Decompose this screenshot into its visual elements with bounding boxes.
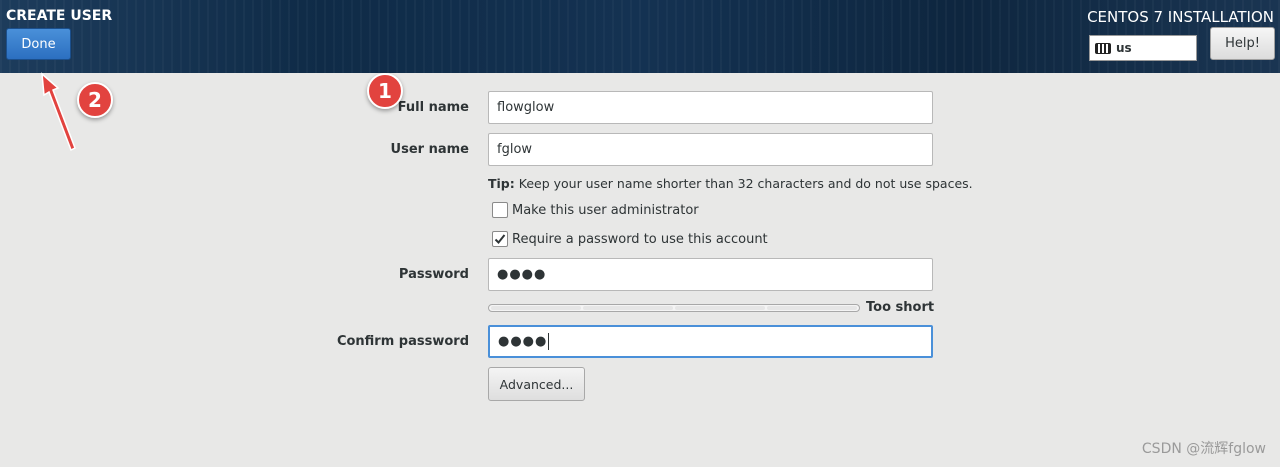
text-cursor [548, 333, 550, 350]
admin-checkbox-label[interactable]: Make this user administrator [512, 203, 699, 218]
help-button[interactable]: Help! [1210, 27, 1275, 60]
confirm-password-dots: ●●●● [498, 334, 548, 349]
password-strength-label: Too short [866, 300, 935, 315]
full-name-label: Full name [397, 100, 469, 115]
top-header-bar: CREATE USER Done CENTOS 7 INSTALLATION u… [0, 0, 1280, 73]
password-label: Password [398, 267, 469, 282]
keyboard-layout-indicator[interactable]: us [1089, 35, 1197, 61]
strength-segment [491, 306, 581, 310]
user-name-label: User name [390, 142, 469, 157]
admin-checkbox-row[interactable]: Make this user administrator [492, 202, 699, 218]
annotation-badge-1: 1 [367, 73, 403, 109]
page-title: CREATE USER [6, 8, 113, 24]
done-button[interactable]: Done [6, 28, 71, 60]
strength-segment [583, 306, 673, 310]
strength-segment [675, 306, 765, 310]
password-strength-meter [488, 304, 860, 312]
keyboard-layout-label: us [1116, 41, 1132, 55]
checkmark-icon [494, 234, 506, 244]
annotation-badge-2: 2 [77, 82, 113, 118]
full-name-input[interactable] [488, 91, 933, 124]
watermark-text: CSDN @流辉fglow [1141, 441, 1266, 457]
require-password-label[interactable]: Require a password to use this account [512, 232, 768, 247]
tip-prefix: Tip: [488, 176, 515, 191]
password-input[interactable]: ●●●● [488, 258, 933, 291]
require-password-row[interactable]: Require a password to use this account [492, 231, 768, 247]
user-name-input[interactable] [488, 133, 933, 166]
strength-segment [767, 306, 857, 310]
username-tip: Tip: Keep your user name shorter than 32… [488, 176, 973, 191]
confirm-password-label: Confirm password [336, 334, 469, 349]
installation-title: CENTOS 7 INSTALLATION [1087, 8, 1274, 26]
tip-text: Keep your user name shorter than 32 char… [514, 176, 973, 191]
keyboard-icon [1095, 42, 1111, 54]
password-dots: ●●●● [497, 267, 547, 282]
admin-checkbox[interactable] [492, 202, 508, 218]
annotation-arrow-icon [41, 72, 76, 152]
advanced-button[interactable]: Advanced... [488, 367, 585, 401]
require-password-checkbox[interactable] [492, 231, 508, 247]
confirm-password-input[interactable]: ●●●● [488, 325, 933, 358]
